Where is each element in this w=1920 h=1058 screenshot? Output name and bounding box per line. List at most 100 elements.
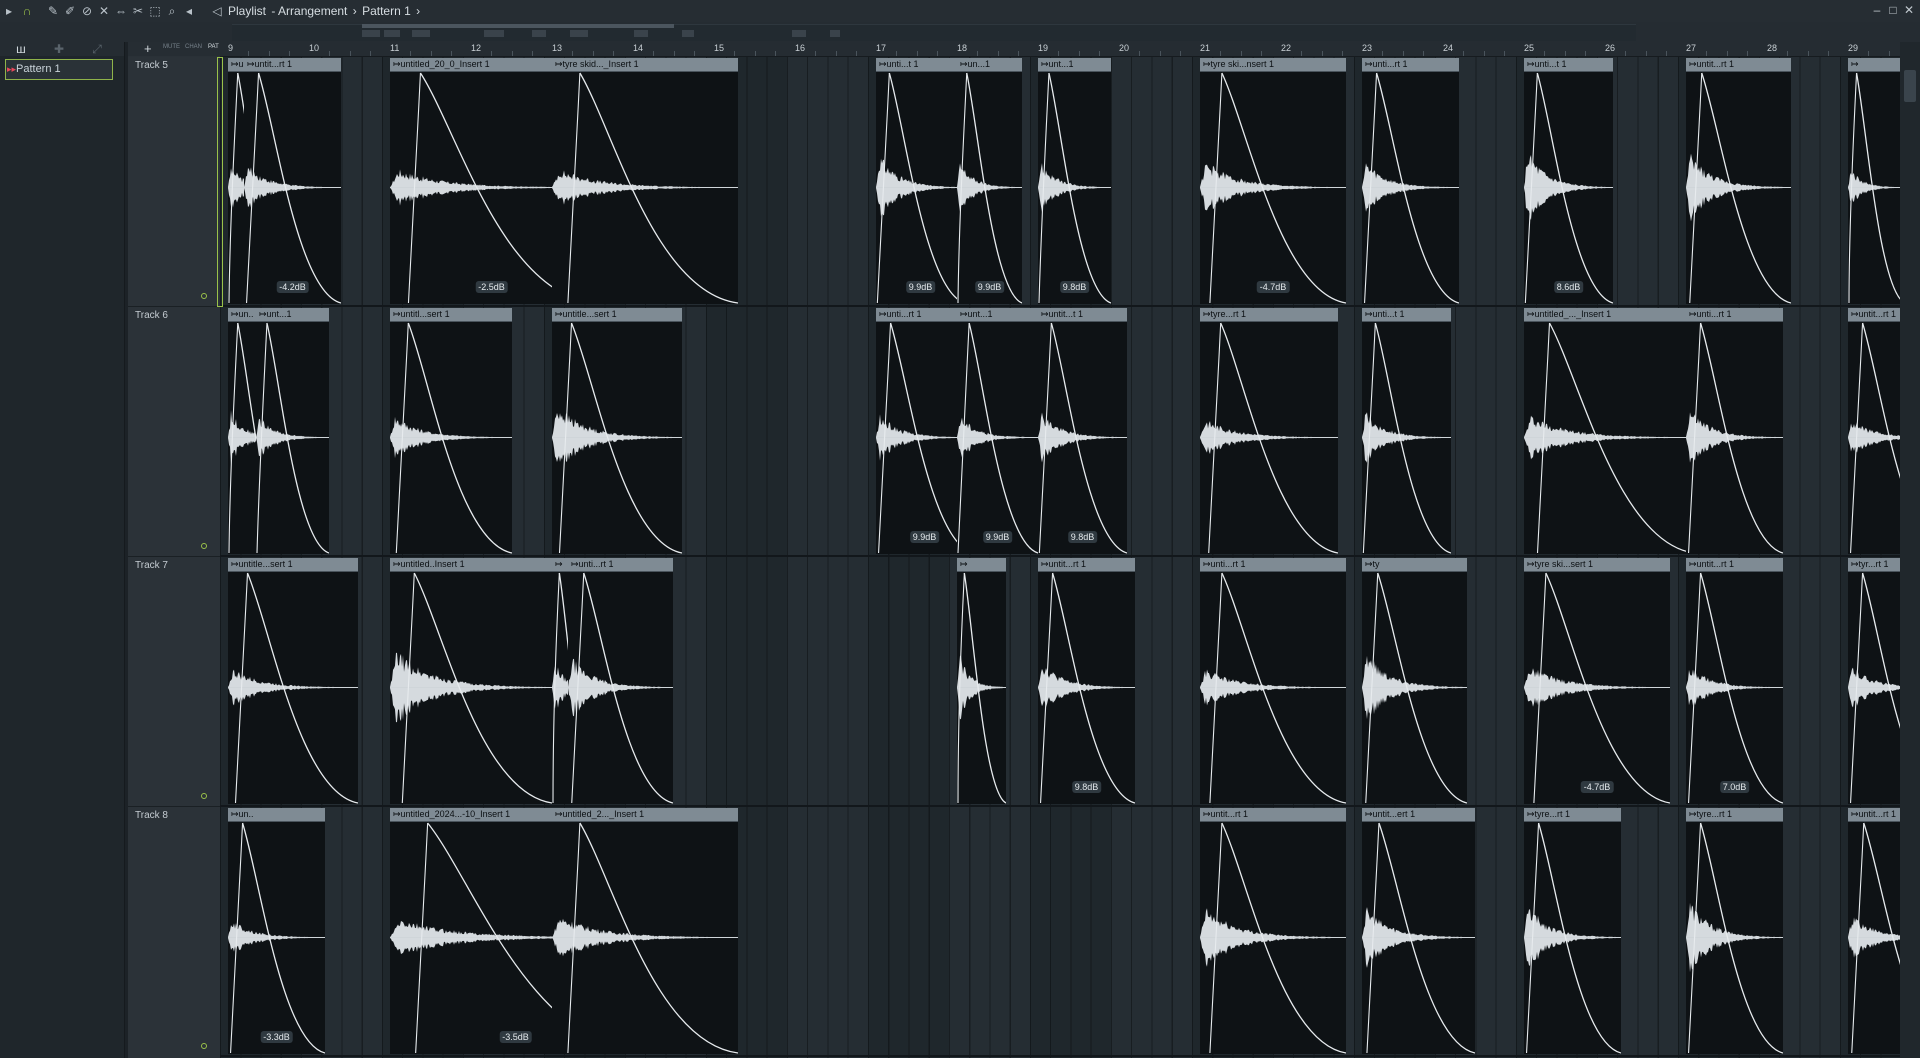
clip-header[interactable] [1848,58,1900,72]
clip-header[interactable]: untit...rt 1 [1848,308,1900,322]
audio-clip[interactable]: tyre...rt 1 [1200,308,1338,554]
close-button[interactable]: ✕ [1902,3,1916,17]
mute-icon[interactable]: ✕ [97,4,111,18]
audio-clip[interactable]: untit...rt 1 [1686,58,1791,304]
audio-clip[interactable]: tyre skid..._Insert 1 [552,58,738,304]
clip-header[interactable]: unt...1 [957,308,1038,322]
clip-header[interactable]: tyre skid..._Insert 1 [552,58,738,72]
clip-header[interactable]: unti...rt 1 [568,558,673,572]
delete-icon[interactable]: ⊘ [80,4,94,18]
maximize-button[interactable]: □ [1886,3,1900,17]
clip-header[interactable]: tyre ski...sert 1 [1524,558,1670,572]
audio-clip[interactable]: untitle...sert 1 [228,558,358,804]
title-arrow[interactable]: › [413,4,420,18]
clip-header[interactable]: unt...1 [256,308,329,322]
audio-clip[interactable]: untitled_2..._Insert 1 [552,808,738,1054]
audio-clip[interactable]: tyre...rt 1 [1524,808,1621,1054]
audio-clip[interactable]: untit...rt 1 [1848,808,1900,1054]
audio-clip[interactable]: tyre ski...sert 1 -4.7dB [1524,558,1670,804]
clip-header[interactable]: unti...t 1 [876,58,965,72]
track-header-5[interactable]: Track 5 [128,57,220,307]
slice-icon[interactable]: ✂ [131,4,145,18]
audio-clip[interactable]: unt...1 [256,308,329,554]
clip-header[interactable]: untitle...sert 1 [552,308,682,322]
audio-clip[interactable]: un...1 9.9dB [957,58,1022,304]
clip-header[interactable]: un.. [228,808,325,822]
audio-clip[interactable]: tyre...rt 1 [1686,808,1783,1054]
audio-clip[interactable]: unti...t 1 [1362,308,1451,554]
audio-clip[interactable]: unti...t 1 8.6dB [1524,58,1613,304]
track-enable-led[interactable] [201,793,207,799]
audio-clip[interactable]: untit...rt 1 -4.2dB [244,58,341,304]
audio-clip[interactable]: untitled..Insert 1 [390,558,552,804]
clip-header[interactable]: untitle...sert 1 [228,558,358,572]
horizontal-scrollbar-thumb[interactable] [362,24,674,28]
clip-header[interactable]: untit...t 1 [1038,308,1127,322]
audio-clip[interactable]: untit...rt 1 7.0dB [1686,558,1783,804]
clip-header[interactable]: unti...rt 1 [1200,558,1346,572]
clip-header[interactable]: tyre ski...nsert 1 [1200,58,1346,72]
audio-icon[interactable]: ✚ [50,42,68,56]
pat-tab[interactable]: PAT [208,44,219,50]
pencil-icon[interactable]: ✎ [46,4,60,18]
clip-header[interactable]: untit...rt 1 [1038,558,1135,572]
audio-clip[interactable]: untit...rt 1 [1200,808,1346,1054]
clip-header[interactable]: untit...rt 1 [244,58,341,72]
audio-clip[interactable]: untit...t 1 9.8dB [1038,308,1127,554]
audio-clip[interactable]: un.. -3.3dB [228,808,325,1054]
vertical-scrollbar-thumb[interactable] [1904,70,1916,102]
title-pattern[interactable]: Pattern 1 [362,4,411,18]
chan-tab[interactable]: CHAN [185,44,202,50]
clip-header[interactable]: untitl...sert 1 [390,308,512,322]
arrow-down-icon[interactable]: ▸ [2,4,16,18]
audio-clip[interactable]: tyre ski...nsert 1 -4.7dB [1200,58,1346,304]
audio-clip[interactable]: tyr...rt 1 [1848,558,1900,804]
clip-header[interactable]: untitled_..._Insert 1 [1524,308,1694,322]
pattern-list-item[interactable]: ▸▸ Pattern 1 [5,59,113,80]
clip-header[interactable]: untit...rt 1 [1848,808,1900,822]
clip-header[interactable]: untit...rt 1 [1200,808,1346,822]
clip-header[interactable]: untitled_2..._Insert 1 [552,808,738,822]
audio-clip[interactable]: unti...rt 1 [1686,308,1783,554]
clip-header[interactable]: untit...ert 1 [1362,808,1475,822]
audio-clip[interactable]: unti...rt 1 [568,558,673,804]
audio-clip[interactable] [1848,58,1900,304]
loop-region-marker[interactable] [217,57,223,307]
track-header-6[interactable]: Track 6 [128,307,220,557]
clip-header[interactable]: tyre...rt 1 [1200,308,1338,322]
mute-tab[interactable]: MUTE [163,44,180,50]
vertical-scrollbar[interactable] [1900,42,1920,1058]
paint-icon[interactable]: ✐ [63,4,77,18]
magnet-icon[interactable]: ∩ [20,4,34,18]
clip-header[interactable]: tyr...rt 1 [1848,558,1900,572]
clip-header[interactable]: unti...rt 1 [1362,58,1459,72]
clip-header[interactable]: tyre...rt 1 [1686,808,1783,822]
minimize-button[interactable]: – [1870,3,1884,17]
track-enable-led[interactable] [201,543,207,549]
clip-header[interactable]: unti...rt 1 [1686,308,1783,322]
clip-header[interactable]: unt...1 [1038,58,1111,72]
audio-clip[interactable]: unt...1 9.8dB [1038,58,1111,304]
clip-header[interactable]: untit...rt 1 [1686,558,1783,572]
timeline-ruler[interactable]: 9 10 11 12 13 14 15 16 17 18 19 20 21 22 23 24 25 26 27 28 2… [220,42,1910,57]
audio-clip[interactable]: untitl...sert 1 [390,308,512,554]
clip-header[interactable]: tyre...rt 1 [1524,808,1621,822]
clip-header[interactable]: un...1 [957,58,1022,72]
audio-clip[interactable]: untit...ert 1 [1362,808,1475,1054]
audio-clip[interactable]: unti...rt 1 [1362,58,1459,304]
zoom-icon[interactable]: ⌕ [165,4,179,18]
audio-clip[interactable]: untit...rt 1 [1848,308,1900,554]
clip-header[interactable] [957,558,1006,572]
playlist-grid[interactable]: un..-4.2untit...rt 1-4.2dBuntitled_20_0_… [220,57,1900,1058]
speaker-icon[interactable]: ◁ [210,4,224,18]
track-enable-led[interactable] [201,293,207,299]
clip-header[interactable]: unti...t 1 [1524,58,1613,72]
track-header-7[interactable]: Track 7 [128,557,220,807]
automation-icon[interactable]: ⤢ [88,42,106,56]
audio-clip[interactable]: untitle...sert 1 [552,308,682,554]
add-track-button[interactable]: + [144,41,152,56]
playback-icon[interactable]: ◂ [182,4,196,18]
clip-header[interactable]: unti...t 1 [1362,308,1451,322]
select-icon[interactable]: ⬚ [148,4,162,18]
audio-clip[interactable]: untitled_..._Insert 1 [1524,308,1694,554]
